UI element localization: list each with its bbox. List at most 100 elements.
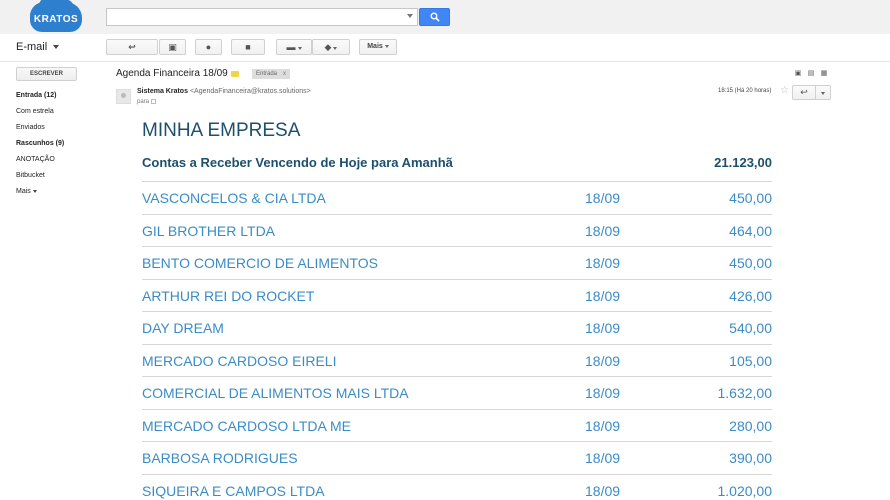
- labels-button[interactable]: ◆: [312, 39, 350, 55]
- due-date[interactable]: 18/09: [585, 190, 620, 206]
- sidebar-item-starred[interactable]: Com estrela: [16, 106, 106, 122]
- more-options-button[interactable]: [815, 85, 831, 100]
- report-spam-button[interactable]: ●: [195, 39, 222, 55]
- client-name[interactable]: SIQUEIRA E CAMPOS LTDA: [142, 483, 325, 499]
- amount[interactable]: 450,00: [729, 255, 772, 271]
- search-icon: [430, 12, 440, 22]
- table-row: MERCADO CARDOSO LTDA ME 18/09 280,00: [142, 408, 772, 442]
- table-row: SIQUEIRA E CAMPOS LTDA 18/09 1.020,00: [142, 473, 773, 500]
- client-name[interactable]: COMERCIAL DE ALIMENTOS MAIS LTDA: [142, 385, 409, 401]
- more-actions-button[interactable]: Mais: [359, 39, 397, 55]
- sidebar-item-drafts[interactable]: Rascunhos (9): [16, 138, 106, 154]
- table-row: GIL BROTHER LTDA 18/09 464,00: [142, 213, 772, 247]
- sidebar-item-sent[interactable]: Enviados: [16, 122, 106, 138]
- kratos-logo[interactable]: KRATOS: [30, 0, 82, 32]
- close-icon[interactable]: x: [283, 71, 286, 77]
- due-date[interactable]: 18/09: [585, 385, 620, 401]
- amount[interactable]: 464,00: [729, 223, 772, 239]
- logo-text: KRATOS: [33, 14, 79, 25]
- chevron-down-icon: [53, 45, 60, 50]
- table-row: BARBOSA RODRIGUES 18/09 390,00: [142, 441, 772, 474]
- compose-button[interactable]: ESCREVER: [16, 67, 77, 81]
- sender-line: Sistema Kratos <AgendaFinanceira@kratos.s…: [137, 88, 311, 95]
- table-row: COMERCIAL DE ALIMENTOS MAIS LTDA 18/09 1…: [142, 376, 772, 409]
- receivables-table: VASCONCELOS & CIA LTDA 18/09 450,00 GIL …: [142, 181, 772, 500]
- client-name[interactable]: MERCADO CARDOSO EIRELI: [142, 353, 336, 369]
- delete-icon: ■: [245, 42, 251, 52]
- amount[interactable]: 1.020,00: [718, 483, 773, 499]
- client-name[interactable]: ARTHUR REI DO ROCKET: [142, 288, 314, 304]
- due-date[interactable]: 18/09: [585, 255, 620, 271]
- recipient-line[interactable]: para: [137, 99, 157, 106]
- client-name[interactable]: BENTO COMERCIO DE ALIMENTOS: [142, 255, 378, 271]
- client-name[interactable]: GIL BROTHER LTDA: [142, 223, 275, 239]
- client-name[interactable]: BARBOSA RODRIGUES: [142, 450, 298, 466]
- more-actions-label: Mais: [367, 43, 383, 50]
- details-toggle-icon[interactable]: [151, 99, 157, 104]
- chevron-down-icon: [297, 46, 302, 50]
- folder-icon: ▬: [286, 42, 296, 52]
- due-date[interactable]: 18/09: [585, 320, 620, 336]
- divider: [0, 61, 890, 62]
- sender-name: Sistema Kratos: [137, 88, 188, 95]
- table-row: VASCONCELOS & CIA LTDA 18/09 450,00: [142, 181, 772, 214]
- print-icon[interactable]: ▤: [807, 70, 815, 78]
- chevron-down-icon: [333, 46, 338, 50]
- email-section-menu[interactable]: E-mail: [16, 41, 60, 53]
- sidebar-more-label: Mais: [16, 188, 31, 195]
- due-date[interactable]: 18/09: [585, 223, 620, 239]
- table-row: DAY DREAM 18/09 540,00: [142, 311, 772, 344]
- label-icon: ◆: [324, 42, 332, 52]
- message-subject: Agenda Financeira 18/09: [116, 68, 228, 79]
- due-date[interactable]: 18/09: [585, 288, 620, 304]
- amount[interactable]: 1.632,00: [718, 385, 773, 401]
- new-window-icon[interactable]: ▦: [820, 70, 828, 78]
- search-button[interactable]: [419, 8, 450, 26]
- amount[interactable]: 105,00: [729, 353, 772, 369]
- due-date[interactable]: 18/09: [585, 418, 620, 434]
- due-date[interactable]: 18/09: [585, 353, 620, 369]
- amount[interactable]: 280,00: [729, 418, 772, 434]
- sidebar-item-inbox[interactable]: Entrada (12): [16, 90, 106, 106]
- amount[interactable]: 540,00: [729, 320, 772, 336]
- top-bar: KRATOS: [0, 0, 890, 34]
- email-section-label: E-mail: [16, 41, 48, 53]
- due-date[interactable]: 18/09: [585, 483, 620, 499]
- move-to-button[interactable]: ▬: [276, 39, 312, 55]
- sidebar-item-more[interactable]: Mais: [16, 186, 106, 202]
- client-name[interactable]: MERCADO CARDOSO LTDA ME: [142, 418, 351, 434]
- avatar: [116, 89, 131, 104]
- sidebar-item-anotacao[interactable]: ANOTAÇÃO: [16, 154, 106, 170]
- chevron-down-icon: [32, 189, 37, 193]
- search-input[interactable]: [106, 8, 418, 26]
- back-button[interactable]: ↩: [106, 39, 158, 55]
- amount[interactable]: 426,00: [729, 288, 772, 304]
- reply-button[interactable]: ↩: [792, 85, 816, 100]
- sidebar-item-bitbucket[interactable]: Bitbucket: [16, 170, 106, 186]
- back-icon: ↩: [128, 42, 136, 52]
- summary-total: 21.123,00: [714, 155, 772, 170]
- table-row: ARTHUR REI DO ROCKET 18/09 426,00: [142, 278, 772, 312]
- table-row: BENTO COMERCIO DE ALIMENTOS 18/09 450,00: [142, 246, 772, 279]
- sender-email: <AgendaFinanceira@kratos.solutions>: [189, 88, 311, 95]
- to-label: para: [137, 99, 150, 106]
- message-time: 18:15 (Há 20 horas): [718, 88, 772, 94]
- label-chip-text: Entrada: [256, 71, 278, 77]
- reply-icon: ↩: [800, 87, 808, 97]
- company-name: MINHA EMPRESA: [142, 120, 301, 141]
- important-marker-icon[interactable]: [231, 71, 239, 77]
- label-chip-inbox[interactable]: Entrada x: [252, 69, 291, 79]
- client-name[interactable]: DAY DREAM: [142, 320, 224, 336]
- delete-button[interactable]: ■: [231, 39, 265, 55]
- sidebar-nav: Entrada (12) Com estrela Enviados Rascun…: [16, 90, 106, 202]
- summary-row: Contas a Receber Vencendo de Hoje para A…: [142, 155, 772, 177]
- spam-icon: ●: [205, 42, 212, 52]
- star-icon[interactable]: ☆: [780, 85, 789, 96]
- amount[interactable]: 450,00: [729, 190, 772, 206]
- expand-all-icon[interactable]: ▣: [794, 70, 802, 78]
- search-options-caret-icon[interactable]: [407, 14, 413, 18]
- amount[interactable]: 390,00: [729, 450, 772, 466]
- due-date[interactable]: 18/09: [585, 450, 620, 466]
- client-name[interactable]: VASCONCELOS & CIA LTDA: [142, 190, 326, 206]
- archive-button[interactable]: ▣: [159, 39, 186, 55]
